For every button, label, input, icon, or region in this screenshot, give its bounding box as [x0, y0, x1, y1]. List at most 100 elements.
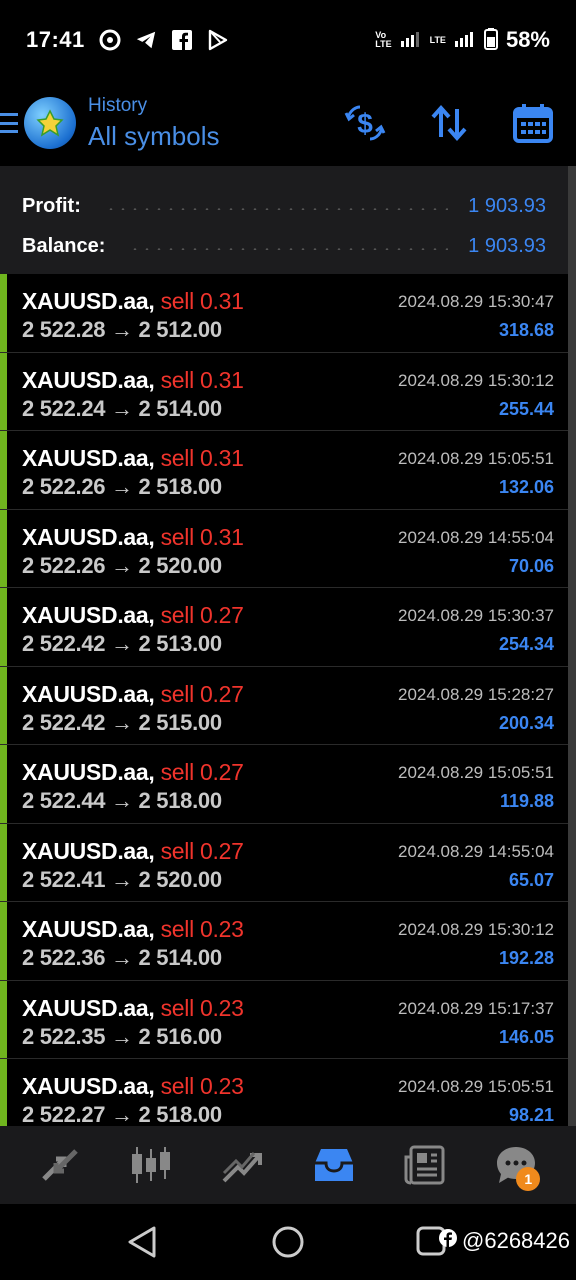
summary-panel: Profit: 1 903.93 Balance: 1 903.93: [0, 166, 568, 274]
deal-time: 2024.08.29 15:17:37: [398, 998, 554, 1018]
deal-row[interactable]: XAUUSD.aa, sell 0.23 2 522.35 → 2 516.00…: [0, 980, 568, 1059]
deal-time: 2024.08.29 15:30:12: [398, 920, 554, 939]
deal-row[interactable]: XAUUSD.aa, sell 0.27 2 522.42 → 2 513.00…: [0, 588, 568, 667]
scrollbar[interactable]: [568, 166, 576, 1126]
deal-symbol: XAUUSD.aa,: [22, 445, 155, 471]
menu-icon[interactable]: [0, 110, 18, 136]
page-subtitle: History: [88, 94, 148, 116]
balance-value: 1 903.93: [468, 234, 546, 257]
deal-profit: 98.21: [508, 1105, 554, 1125]
deal-prices: 2 522.35 → 2 516.00: [22, 1023, 222, 1049]
bottom-tab-bar: 1: [0, 1126, 576, 1204]
deal-row[interactable]: XAUUSD.aa, sell 0.27 2 522.42 → 2 515.00…: [0, 666, 568, 745]
deal-type: sell 0.31: [160, 523, 244, 550]
deal-time: 2024.08.29 15:05:51: [398, 1077, 554, 1096]
deal-prices: 2 522.24 → 2 514.00: [22, 395, 222, 421]
home-icon[interactable]: [270, 1224, 306, 1260]
title-block: History All symbols: [88, 95, 219, 152]
volte-indicator: Vo LTE: [375, 30, 392, 49]
status-bar: 17:41 Vo LTE LTE 58%: [0, 0, 576, 80]
deal-row[interactable]: XAUUSD.aa, sell 0.31 2 522.26 → 2 520.00…: [0, 509, 568, 588]
deal-time: 2024.08.29 15:30:47: [398, 292, 554, 311]
leader-dots: [129, 248, 449, 250]
deal-prices: 2 522.27 → 2 518.00: [22, 1102, 222, 1126]
app-bar: History All symbols $: [0, 80, 576, 166]
deal-type: sell 0.31: [160, 288, 244, 314]
deal-symbol: XAUUSD.aa,: [22, 602, 155, 628]
quotes-icon[interactable]: [30, 1135, 90, 1195]
deal-row[interactable]: XAUUSD.aa, sell 0.27 2 522.44 → 2 518.00…: [0, 745, 568, 824]
back-icon[interactable]: [126, 1224, 158, 1260]
deal-type: sell 0.27: [160, 602, 244, 628]
deal-symbol: XAUUSD.aa,: [22, 759, 155, 785]
deal-type: sell 0.23: [160, 916, 244, 942]
app-logo: [24, 97, 76, 149]
deal-row[interactable]: XAUUSD.aa, sell 0.31 2 522.24 → 2 514.00…: [0, 352, 568, 431]
leader-dots: [104, 208, 449, 210]
profit-value: 1 903.93: [468, 194, 546, 217]
deal-type: sell 0.31: [160, 445, 244, 471]
deal-symbol: XAUUSD.aa,: [22, 994, 155, 1021]
vpn-icon: [99, 29, 121, 51]
chart-candles-icon[interactable]: [121, 1135, 181, 1195]
status-time: 17:41: [26, 27, 85, 52]
deal-profit: 255.44: [498, 398, 554, 419]
balance-row: Balance: 1 903.93: [22, 226, 546, 266]
deal-type: sell 0.23: [160, 1073, 244, 1099]
history-inbox-icon[interactable]: [304, 1135, 364, 1195]
deal-row[interactable]: XAUUSD.aa, sell 0.23 2 522.36 → 2 514.00…: [0, 902, 568, 981]
deal-type: sell 0.27: [160, 680, 244, 707]
sort-icon[interactable]: [428, 102, 470, 144]
deal-prices: 2 522.28 → 2 512.00: [22, 317, 222, 342]
chat-icon[interactable]: 1: [486, 1135, 546, 1195]
deal-type: sell 0.27: [160, 837, 244, 864]
deal-prices: 2 522.42 → 2 515.00: [22, 709, 222, 735]
deal-time: 2024.08.29 15:30:37: [398, 606, 554, 625]
deal-row[interactable]: XAUUSD.aa, sell 0.31 2 522.28 → 2 512.00…: [0, 274, 568, 353]
deal-profit: 65.07: [508, 869, 554, 890]
trade-icon[interactable]: [212, 1135, 272, 1195]
calendar-icon[interactable]: [512, 102, 554, 144]
header-actions: $: [344, 102, 554, 144]
page-title[interactable]: All symbols: [88, 121, 219, 152]
deal-row[interactable]: XAUUSD.aa, sell 0.31 2 522.26 → 2 518.00…: [0, 431, 568, 510]
deal-symbol: XAUUSD.aa,: [22, 366, 155, 393]
deals-list: XAUUSD.aa, sell 0.31 2 522.28 → 2 512.00…: [0, 274, 568, 1126]
deal-symbol: XAUUSD.aa,: [22, 916, 155, 942]
deal-prices: 2 522.42 → 2 513.00: [22, 631, 222, 656]
watermark-text: @6268426: [462, 1228, 570, 1253]
deal-time: 2024.08.29 14:55:04: [398, 841, 554, 861]
deal-symbol: XAUUSD.aa,: [22, 1073, 155, 1099]
deal-profit: 119.88: [499, 791, 554, 811]
profit-label: Profit:: [22, 194, 81, 217]
deal-symbol: XAUUSD.aa,: [22, 837, 155, 864]
deal-row[interactable]: XAUUSD.aa, sell 0.27 2 522.41 → 2 520.00…: [0, 823, 568, 902]
deal-prices: 2 522.36 → 2 514.00: [22, 945, 222, 970]
deal-prices: 2 522.44 → 2 518.00: [22, 788, 222, 813]
deal-type: sell 0.23: [160, 994, 244, 1021]
deal-time: 2024.08.29 15:28:27: [398, 684, 554, 704]
battery-icon: [483, 27, 498, 53]
currency-exchange-icon[interactable]: $: [344, 102, 386, 144]
deal-time: 2024.08.29 15:30:12: [398, 370, 554, 390]
deal-profit: 200.34: [498, 712, 554, 733]
deal-profit: 254.34: [498, 634, 554, 654]
deal-row[interactable]: XAUUSD.aa, sell 0.23 2 522.27 → 2 518.00…: [0, 1059, 568, 1126]
deal-type: sell 0.27: [160, 759, 244, 785]
deal-symbol: XAUUSD.aa,: [22, 680, 155, 707]
deal-symbol: XAUUSD.aa,: [22, 523, 155, 550]
deal-symbol: XAUUSD.aa,: [22, 288, 155, 314]
signal-2-icon: [454, 30, 476, 51]
facebook-icon: [171, 29, 193, 51]
deal-prices: 2 522.41 → 2 520.00: [22, 866, 222, 892]
deal-profit: 132.06: [498, 477, 554, 497]
news-icon[interactable]: [395, 1135, 455, 1195]
battery-percent: 58%: [505, 27, 550, 52]
chat-badge: 1: [516, 1167, 541, 1191]
deal-profit: 192.28: [498, 948, 554, 968]
svg-text:$: $: [357, 108, 373, 139]
deal-prices: 2 522.26 → 2 518.00: [22, 474, 222, 499]
balance-label: Balance:: [22, 234, 106, 257]
system-status: Vo LTE LTE 58%: [375, 27, 550, 53]
notification-icons: [99, 29, 229, 51]
